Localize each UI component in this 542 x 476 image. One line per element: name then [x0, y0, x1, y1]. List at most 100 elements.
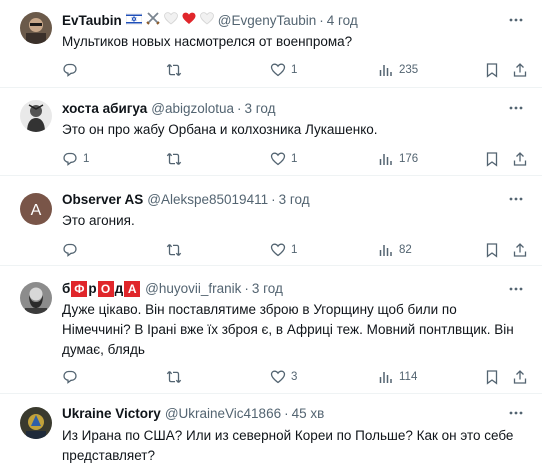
- timestamp[interactable]: 3 год: [252, 279, 283, 299]
- separator-dot: ·: [284, 406, 289, 421]
- reply-count: 1: [83, 153, 90, 165]
- avatar[interactable]: [20, 407, 52, 439]
- views-count: 82: [399, 244, 412, 256]
- retweet-button[interactable]: [166, 61, 187, 79]
- tweet-text: Это агония.: [62, 213, 135, 228]
- share-icon: [513, 152, 527, 166]
- views-button[interactable]: 176: [378, 150, 418, 168]
- share-button[interactable]: [512, 368, 528, 386]
- display-name[interactable]: EvTaubin: [62, 11, 122, 31]
- retweet-button[interactable]: [166, 368, 187, 386]
- action-bar: 1 82: [62, 241, 528, 259]
- avatar[interactable]: [20, 282, 52, 314]
- reply-button[interactable]: [62, 368, 83, 386]
- action-bar: 1 235: [62, 61, 528, 79]
- bookmark-icon: [486, 243, 498, 258]
- share-icon: [513, 370, 527, 384]
- tweet[interactable]: EvTaubin @EvgenyTaubin · 4 год Мультиков: [0, 0, 542, 88]
- name-letter: д: [114, 281, 124, 296]
- views-count: 176: [399, 153, 419, 165]
- views-count: 114: [399, 371, 418, 383]
- more-options-icon[interactable]: [508, 100, 524, 116]
- retweet-icon: [166, 64, 182, 76]
- action-bar: 1 1 176: [62, 150, 528, 168]
- tweet-header: хоста абигуа @abigzolotua · 3 год: [62, 99, 502, 119]
- display-name[interactable]: Ukraine Victory: [62, 404, 161, 424]
- separator-dot: ·: [271, 192, 276, 207]
- name-letter-badge: О: [97, 281, 114, 298]
- views-icon: [379, 65, 392, 76]
- share-button[interactable]: [512, 241, 528, 259]
- user-handle[interactable]: @abigzolotua: [151, 99, 234, 119]
- bookmark-button[interactable]: [484, 61, 500, 79]
- views-count: 235: [399, 64, 419, 76]
- user-handle[interactable]: @UkraineVic41866: [165, 404, 281, 424]
- timestamp[interactable]: 4 год: [327, 11, 358, 31]
- more-options-icon[interactable]: [508, 405, 524, 421]
- share-button[interactable]: [512, 150, 528, 168]
- views-icon: [379, 245, 392, 256]
- avatar[interactable]: A: [20, 193, 52, 225]
- views-button[interactable]: 82: [378, 241, 412, 259]
- views-button[interactable]: 235: [378, 61, 418, 79]
- bookmark-button[interactable]: [484, 241, 500, 259]
- reply-button[interactable]: 1: [62, 150, 89, 168]
- tweet-header: EvTaubin @EvgenyTaubin · 4 год: [62, 11, 502, 31]
- bookmark-icon: [486, 152, 498, 167]
- name-letter: б: [62, 281, 71, 296]
- retweet-button[interactable]: [166, 150, 187, 168]
- views-button[interactable]: 114: [378, 368, 417, 386]
- tweet[interactable]: A Observer AS @Alekspe85019411 · 3 год Э…: [0, 176, 542, 266]
- like-button[interactable]: 1: [270, 241, 297, 259]
- tweet[interactable]: хоста абигуа @abigzolotua · 3 год Это он…: [0, 88, 542, 176]
- bookmark-button[interactable]: [484, 150, 500, 168]
- timestamp[interactable]: 3 год: [279, 190, 310, 210]
- separator-dot: ·: [237, 101, 242, 116]
- user-handle[interactable]: @EvgenyTaubin: [218, 11, 317, 31]
- crossed-swords-icon: [146, 11, 160, 31]
- display-name[interactable]: Observer AS: [62, 190, 143, 210]
- heart-icon: [270, 63, 286, 77]
- tweet-text: Из Ирана по США? Или из северной Кореи п…: [62, 428, 514, 463]
- red-heart-icon: [182, 11, 196, 31]
- user-handle[interactable]: @huyovii_franik: [145, 279, 241, 299]
- tweet[interactable]: бФрОдА @huyovii_franik · 3 год Дуже ціка…: [0, 266, 542, 394]
- more-options-icon[interactable]: [508, 12, 524, 28]
- avatar-letter: A: [31, 202, 42, 219]
- display-name[interactable]: хоста абигуа: [62, 99, 147, 119]
- like-count: 3: [291, 371, 298, 383]
- share-button[interactable]: [512, 61, 528, 79]
- reply-button[interactable]: [62, 61, 83, 79]
- white-heart-icon: [163, 11, 178, 31]
- tweet-text: Дуже цікаво. Він поставлятиме зброю в Уг…: [62, 302, 514, 357]
- avatar[interactable]: [20, 12, 52, 44]
- separator-dot: ·: [244, 281, 249, 296]
- more-options-icon[interactable]: [508, 191, 524, 207]
- like-button[interactable]: 1: [270, 61, 297, 79]
- like-count: 1: [291, 153, 298, 165]
- like-button[interactable]: 1: [270, 150, 297, 168]
- tweet-header: Ukraine Victory @UkraineVic41866 · 45 хв: [62, 404, 502, 424]
- like-count: 1: [291, 64, 298, 76]
- reply-icon: [63, 63, 77, 77]
- views-icon: [379, 372, 392, 383]
- retweet-button[interactable]: [166, 241, 187, 259]
- avatar[interactable]: [20, 100, 52, 132]
- timestamp[interactable]: 45 хв: [292, 404, 325, 424]
- reply-button[interactable]: [62, 241, 83, 259]
- timestamp[interactable]: 3 год: [245, 99, 276, 119]
- name-letter: р: [88, 281, 97, 296]
- tweet[interactable]: Ukraine Victory @UkraineVic41866 · 45 хв…: [0, 394, 542, 476]
- like-count: 1: [291, 244, 298, 256]
- display-name[interactable]: бФрОдА: [62, 279, 141, 299]
- like-button[interactable]: 3: [270, 368, 297, 386]
- name-letter-badge: А: [124, 281, 141, 298]
- tweet-header: бФрОдА @huyovii_franik · 3 год: [62, 279, 502, 299]
- bookmark-button[interactable]: [484, 368, 500, 386]
- tweet-text: Мультиков новых насмотрелся от военпрома…: [62, 34, 353, 49]
- views-icon: [379, 154, 392, 165]
- white-heart-icon: [199, 11, 214, 31]
- user-handle[interactable]: @Alekspe85019411: [147, 190, 268, 210]
- more-options-icon[interactable]: [508, 281, 524, 297]
- heart-icon: [270, 370, 286, 384]
